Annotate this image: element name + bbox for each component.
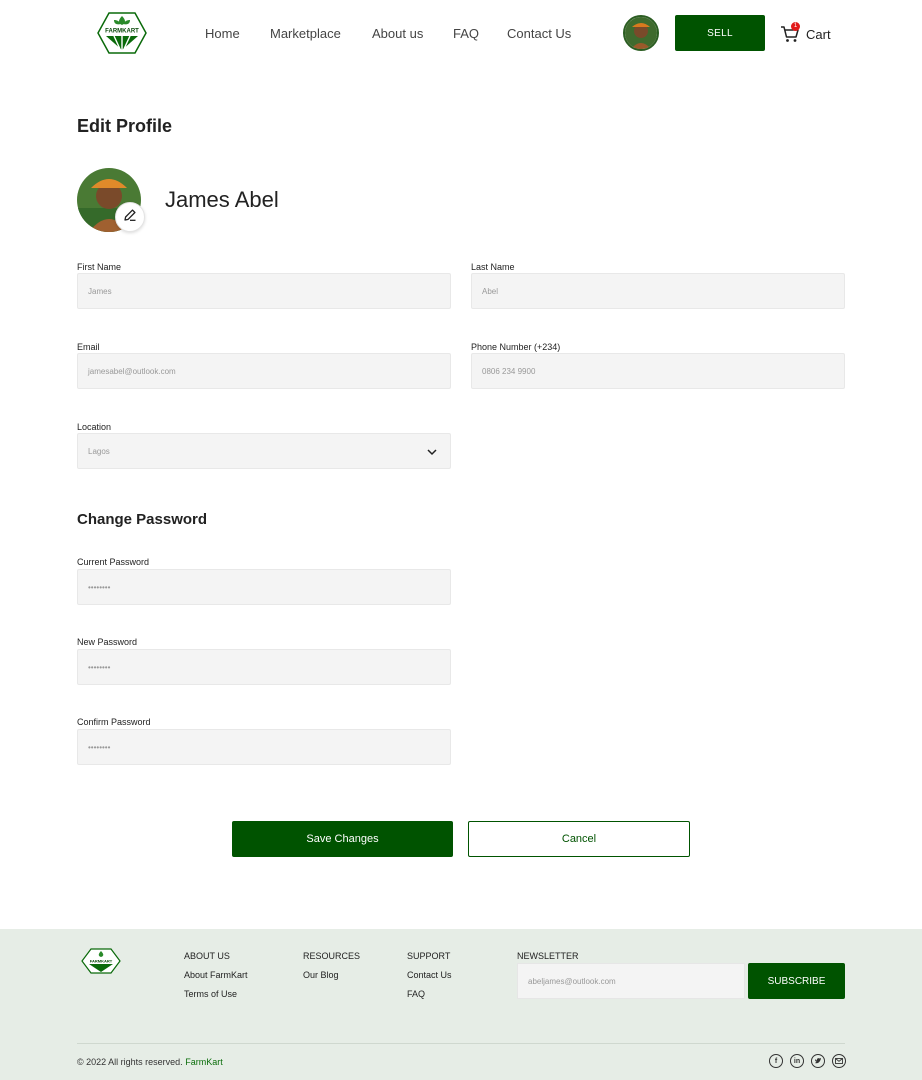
footer-link-terms[interactable]: Terms of Use [184,989,237,999]
footer-about-heading: ABOUT US [184,951,230,961]
location-select[interactable]: Lagos [77,433,451,469]
subscribe-button[interactable]: SUBSCRIBE [748,963,845,999]
last-name-label: Last Name [471,262,515,272]
footer-divider [77,1043,845,1044]
footer-newsletter-heading: NEWSLETTER [517,951,579,961]
svg-text:FARMKART: FARMKART [90,959,113,964]
mail-icon[interactable] [832,1054,846,1068]
email-field[interactable]: jamesabel@outlook.com [77,353,451,389]
nav-contact-us[interactable]: Contact Us [507,26,571,41]
first-name-label: First Name [77,262,122,272]
current-password-label: Current Password [77,557,150,567]
cart-button[interactable]: 1 Cart [780,22,831,45]
edit-avatar-button[interactable] [115,202,145,232]
footer-link-faq[interactable]: FAQ [407,989,425,999]
site-header: FARMKART Home Marketplace About us FAQ C… [0,0,922,68]
location-label: Location [77,422,112,432]
new-password-label: New Password [77,637,138,647]
footer-resources-heading: RESOURCES [303,951,361,961]
cart-icon: 1 [780,22,800,44]
change-password-heading: Change Password [77,511,208,528]
footer-brand-link[interactable]: FarmKart [185,1057,223,1067]
confirm-password-field[interactable]: •••••••• [77,729,451,765]
user-avatar[interactable] [623,15,659,51]
chevron-down-icon [426,446,438,458]
social-links: f in [769,1054,846,1068]
footer-link-about-farmkart[interactable]: About FarmKart [184,970,248,980]
pencil-icon [123,208,137,227]
newsletter-email-input[interactable]: abeljames@outlook.com [517,963,745,999]
svg-text:FARMKART: FARMKART [105,29,139,35]
sell-button[interactable]: SELL [675,15,765,51]
footer-link-contact[interactable]: Contact Us [407,970,452,980]
profile-name: James Abel [165,187,279,212]
first-name-field[interactable]: James [77,273,451,309]
email-label: Email [77,342,100,352]
linkedin-icon[interactable]: in [790,1054,804,1068]
footer-logo[interactable]: FARMKART [81,947,121,975]
nav-faq[interactable]: FAQ [453,26,479,41]
cart-count-badge: 1 [791,22,800,31]
current-password-field[interactable]: •••••••• [77,569,451,605]
page-title: Edit Profile [77,116,173,136]
facebook-icon[interactable]: f [769,1054,783,1068]
nav-home[interactable]: Home [205,26,240,41]
nav-marketplace[interactable]: Marketplace [270,26,341,41]
location-value: Lagos [88,446,110,456]
farmkart-logo[interactable]: FARMKART [96,10,148,56]
footer-link-blog[interactable]: Our Blog [303,970,339,980]
save-changes-button[interactable]: Save Changes [232,821,453,857]
phone-field[interactable]: 0806 234 9900 [471,353,845,389]
footer-support-heading: SUPPORT [407,951,451,961]
site-footer: FARMKART ABOUT US About FarmKart Terms o… [0,929,922,1080]
copyright-text: © 2022 All rights reserved. FarmKart [77,1057,223,1067]
cart-label: Cart [806,26,831,42]
last-name-field[interactable]: Abel [471,273,845,309]
nav-about-us[interactable]: About us [372,26,423,41]
new-password-field[interactable]: •••••••• [77,649,451,685]
phone-label: Phone Number (+234) [471,342,561,352]
cancel-button[interactable]: Cancel [468,821,690,857]
confirm-password-label: Confirm Password [77,717,151,727]
twitter-icon[interactable] [811,1054,825,1068]
